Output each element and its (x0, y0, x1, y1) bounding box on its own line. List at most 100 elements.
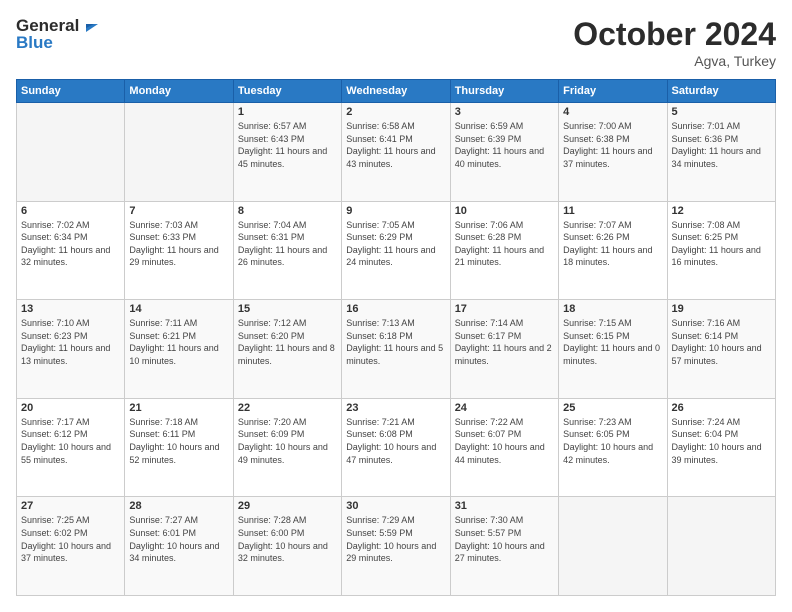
col-sunday: Sunday (17, 80, 125, 103)
table-cell (125, 103, 233, 202)
table-cell: 5Sunrise: 7:01 AMSunset: 6:36 PMDaylight… (667, 103, 775, 202)
day-info: Sunrise: 7:22 AMSunset: 6:07 PMDaylight:… (455, 416, 554, 466)
day-number: 4 (563, 106, 662, 118)
day-info: Sunrise: 7:02 AMSunset: 6:34 PMDaylight:… (21, 219, 120, 269)
table-cell: 10 Sunrise: 7:06 AMSunset: 6:28 PMDayligh… (450, 201, 558, 300)
table-cell: 20 Sunrise: 7:17 AMSunset: 6:12 PMDayligh… (17, 398, 125, 497)
week-row-3: 20 Sunrise: 7:17 AMSunset: 6:12 PMDayligh… (17, 398, 776, 497)
day-info: Sunrise: 7:10 AMSunset: 6:23 PMDaylight:… (21, 317, 120, 367)
table-cell: 8 Sunrise: 7:04 AMSunset: 6:31 PMDaylight… (233, 201, 341, 300)
day-number: 23 (346, 402, 445, 414)
day-info: Sunrise: 6:57 AMSunset: 6:43 PMDaylight:… (238, 120, 337, 170)
week-row-0: 1 Sunrise: 6:57 AMSunset: 6:43 PMDaylight… (17, 103, 776, 202)
table-cell: 11 Sunrise: 7:07 AMSunset: 6:26 PMDayligh… (559, 201, 667, 300)
day-number: 6 (21, 205, 120, 217)
table-cell: 25 Sunrise: 7:23 AMSunset: 6:05 PMDayligh… (559, 398, 667, 497)
table-cell: 23 Sunrise: 7:21 AMSunset: 6:08 PMDayligh… (342, 398, 450, 497)
day-info: Sunrise: 7:24 AMSunset: 6:04 PMDaylight:… (672, 416, 771, 466)
header: General Blue October 2024 Agva, Turkey (16, 16, 776, 69)
week-row-1: 6 Sunrise: 7:02 AMSunset: 6:34 PMDaylight… (17, 201, 776, 300)
table-cell: 3Sunrise: 6:59 AMSunset: 6:39 PMDaylight… (450, 103, 558, 202)
table-cell: 24 Sunrise: 7:22 AMSunset: 6:07 PMDayligh… (450, 398, 558, 497)
day-number: 21 (129, 402, 228, 414)
title-area: October 2024 Agva, Turkey (573, 16, 776, 69)
day-number: 1 (238, 106, 337, 118)
table-cell: 13Sunrise: 7:10 AMSunset: 6:23 PMDayligh… (17, 300, 125, 399)
table-cell: 7 Sunrise: 7:03 AMSunset: 6:33 PMDaylight… (125, 201, 233, 300)
calendar-table: Sunday Monday Tuesday Wednesday Thursday… (16, 79, 776, 596)
day-info: Sunrise: 7:21 AMSunset: 6:08 PMDaylight:… (346, 416, 445, 466)
table-cell: 16Sunrise: 7:13 AMSunset: 6:18 PMDayligh… (342, 300, 450, 399)
day-number: 19 (672, 303, 771, 315)
logo-blue: Blue (16, 33, 102, 53)
day-info: Sunrise: 7:05 AMSunset: 6:29 PMDaylight:… (346, 219, 445, 269)
day-number: 25 (563, 402, 662, 414)
table-cell: 6 Sunrise: 7:02 AMSunset: 6:34 PMDaylight… (17, 201, 125, 300)
table-cell: 12Sunrise: 7:08 AMSunset: 6:25 PMDayligh… (667, 201, 775, 300)
table-cell: 14 Sunrise: 7:11 AMSunset: 6:21 PMDayligh… (125, 300, 233, 399)
day-info: Sunrise: 7:00 AMSunset: 6:38 PMDaylight:… (563, 120, 662, 170)
table-cell (667, 497, 775, 596)
month-title: October 2024 (573, 16, 776, 53)
logo-icon (80, 14, 102, 36)
col-monday: Monday (125, 80, 233, 103)
day-info: Sunrise: 7:12 AMSunset: 6:20 PMDaylight:… (238, 317, 337, 367)
col-friday: Friday (559, 80, 667, 103)
week-row-2: 13Sunrise: 7:10 AMSunset: 6:23 PMDayligh… (17, 300, 776, 399)
day-number: 11 (563, 205, 662, 217)
day-number: 14 (129, 303, 228, 315)
day-info: Sunrise: 7:01 AMSunset: 6:36 PMDaylight:… (672, 120, 771, 170)
day-info: Sunrise: 7:25 AMSunset: 6:02 PMDaylight:… (21, 514, 120, 564)
day-info: Sunrise: 7:17 AMSunset: 6:12 PMDaylight:… (21, 416, 120, 466)
table-cell: 27 Sunrise: 7:25 AMSunset: 6:02 PMDayligh… (17, 497, 125, 596)
day-number: 12 (672, 205, 771, 217)
table-cell: 1 Sunrise: 6:57 AMSunset: 6:43 PMDaylight… (233, 103, 341, 202)
table-cell: 21Sunrise: 7:18 AMSunset: 6:11 PMDayligh… (125, 398, 233, 497)
day-info: Sunrise: 7:16 AMSunset: 6:14 PMDaylight:… (672, 317, 771, 367)
day-number: 15 (238, 303, 337, 315)
day-info: Sunrise: 7:07 AMSunset: 6:26 PMDaylight:… (563, 219, 662, 269)
day-number: 26 (672, 402, 771, 414)
day-number: 17 (455, 303, 554, 315)
day-number: 18 (563, 303, 662, 315)
table-cell: 28 Sunrise: 7:27 AMSunset: 6:01 PMDayligh… (125, 497, 233, 596)
page: General Blue October 2024 Agva, Turkey S… (0, 0, 792, 612)
table-cell: 4 Sunrise: 7:00 AMSunset: 6:38 PMDaylight… (559, 103, 667, 202)
table-cell (17, 103, 125, 202)
day-number: 2 (346, 106, 445, 118)
day-number: 30 (346, 500, 445, 512)
table-cell: 15 Sunrise: 7:12 AMSunset: 6:20 PMDayligh… (233, 300, 341, 399)
table-cell: 30 Sunrise: 7:29 AMSunset: 5:59 PMDayligh… (342, 497, 450, 596)
day-number: 7 (129, 205, 228, 217)
day-info: Sunrise: 7:03 AMSunset: 6:33 PMDaylight:… (129, 219, 228, 269)
table-cell: 29Sunrise: 7:28 AMSunset: 6:00 PMDayligh… (233, 497, 341, 596)
table-cell: 18Sunrise: 7:15 AMSunset: 6:15 PMDayligh… (559, 300, 667, 399)
col-tuesday: Tuesday (233, 80, 341, 103)
day-info: Sunrise: 7:14 AMSunset: 6:17 PMDaylight:… (455, 317, 554, 367)
day-info: Sunrise: 7:30 AMSunset: 5:57 PMDaylight:… (455, 514, 554, 564)
day-info: Sunrise: 7:29 AMSunset: 5:59 PMDaylight:… (346, 514, 445, 564)
table-cell: 2Sunrise: 6:58 AMSunset: 6:41 PMDaylight… (342, 103, 450, 202)
day-number: 8 (238, 205, 337, 217)
day-info: Sunrise: 7:23 AMSunset: 6:05 PMDaylight:… (563, 416, 662, 466)
table-cell: 26 Sunrise: 7:24 AMSunset: 6:04 PMDayligh… (667, 398, 775, 497)
table-cell (559, 497, 667, 596)
day-number: 20 (21, 402, 120, 414)
day-info: Sunrise: 7:27 AMSunset: 6:01 PMDaylight:… (129, 514, 228, 564)
logo: General Blue (16, 16, 102, 53)
table-cell: 9Sunrise: 7:05 AMSunset: 6:29 PMDaylight… (342, 201, 450, 300)
day-info: Sunrise: 7:04 AMSunset: 6:31 PMDaylight:… (238, 219, 337, 269)
day-info: Sunrise: 7:06 AMSunset: 6:28 PMDaylight:… (455, 219, 554, 269)
table-cell: 31Sunrise: 7:30 AMSunset: 5:57 PMDayligh… (450, 497, 558, 596)
col-wednesday: Wednesday (342, 80, 450, 103)
day-info: Sunrise: 7:11 AMSunset: 6:21 PMDaylight:… (129, 317, 228, 367)
table-cell: 22 Sunrise: 7:20 AMSunset: 6:09 PMDayligh… (233, 398, 341, 497)
day-number: 10 (455, 205, 554, 217)
day-number: 28 (129, 500, 228, 512)
day-info: Sunrise: 7:20 AMSunset: 6:09 PMDaylight:… (238, 416, 337, 466)
day-number: 24 (455, 402, 554, 414)
day-number: 27 (21, 500, 120, 512)
day-number: 29 (238, 500, 337, 512)
table-cell: 19 Sunrise: 7:16 AMSunset: 6:14 PMDayligh… (667, 300, 775, 399)
day-number: 22 (238, 402, 337, 414)
